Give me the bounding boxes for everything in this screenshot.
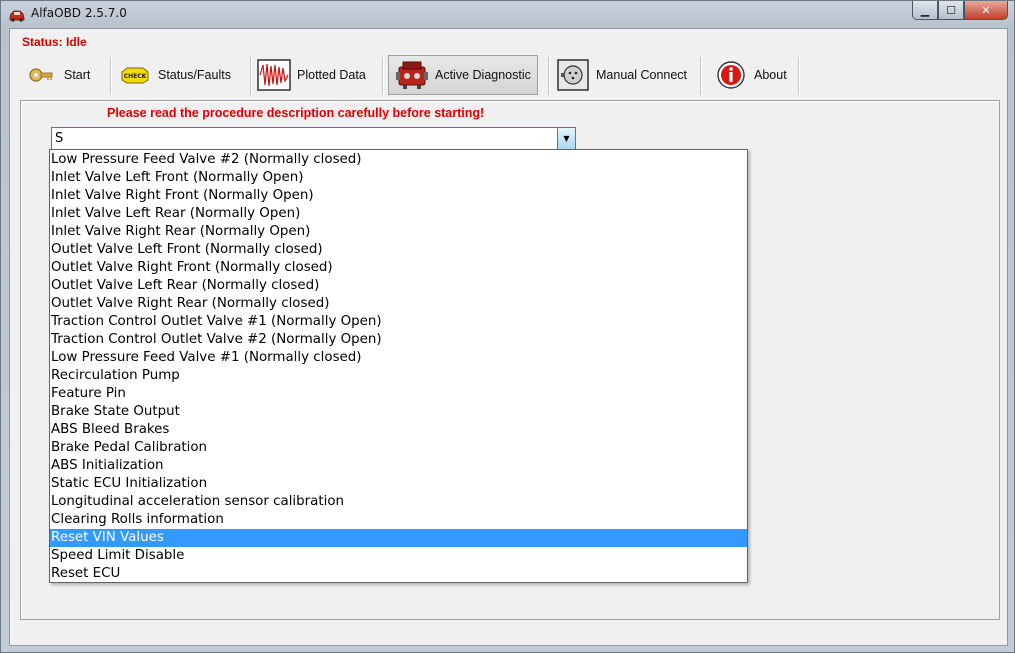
dropdown-item[interactable]: ABS Initialization (50, 457, 747, 475)
about-button[interactable]: About (714, 55, 787, 95)
procedure-warning: Please read the procedure description ca… (107, 106, 485, 120)
dropdown-item[interactable]: Static ECU Initialization (50, 475, 747, 493)
car-app-icon (9, 7, 25, 22)
dropdown-item[interactable]: Traction Control Outlet Valve #2 (Normal… (50, 331, 747, 349)
dropdown-item[interactable]: Inlet Valve Left Rear (Normally Open) (50, 205, 747, 223)
dropdown-item[interactable]: ABS Bleed Brakes (50, 421, 747, 439)
dropdown-item[interactable]: Reset VIN Values (50, 529, 747, 547)
status-label: Status: Idle (22, 35, 87, 49)
toolbar-separator (700, 57, 702, 95)
toolbar-separator (250, 57, 252, 95)
waveform-icon (257, 58, 291, 92)
start-label: Start (64, 68, 91, 82)
engine-icon (395, 58, 429, 92)
dropdown-item[interactable]: Outlet Valve Left Front (Normally closed… (50, 241, 747, 259)
dropdown-item[interactable]: Outlet Valve Left Rear (Normally closed) (50, 277, 747, 295)
dropdown-item[interactable]: Inlet Valve Right Rear (Normally Open) (50, 223, 747, 241)
active-diagnostic-label: Active Diagnostic (435, 68, 531, 82)
dropdown-item[interactable]: Longitudinal acceleration sensor calibra… (50, 493, 747, 511)
dropdown-item[interactable]: Feature Pin (50, 385, 747, 403)
dropdown-item[interactable]: Recirculation Pump (50, 367, 747, 385)
manual-connect-button[interactable]: Manual Connect (556, 55, 687, 95)
dropdown-items: Low Pressure Feed Valve #2 (Normally clo… (50, 151, 747, 583)
chevron-down-icon[interactable]: ▼ (557, 128, 575, 149)
window-title: AlfaOBD 2.5.7.0 (31, 6, 127, 20)
dropdown-item[interactable]: Speed Limit Disable (50, 547, 747, 565)
dropdown-item[interactable]: Brake State Output (50, 403, 747, 421)
info-icon (714, 58, 748, 92)
maximize-button[interactable]: ☐ (938, 1, 964, 20)
toolbar-separator (548, 57, 550, 95)
dropdown-item[interactable]: Outlet Valve Right Rear (Normally closed… (50, 295, 747, 313)
dropdown-item[interactable]: Inlet Valve Left Front (Normally Open) (50, 169, 747, 187)
minimize-button[interactable]: ▁ (912, 1, 938, 20)
status-faults-label: Status/Faults (158, 68, 231, 82)
manual-connect-label: Manual Connect (596, 68, 688, 82)
toolbar: Start CHECK Status/Faults Plotted Data A… (10, 53, 1000, 97)
connector-icon (556, 58, 590, 92)
dropdown-item[interactable]: Outlet Valve Right Front (Normally close… (50, 259, 747, 277)
dropdown-item[interactable]: Inlet Valve Right Front (Normally Open) (50, 187, 747, 205)
toolbar-separator (110, 57, 112, 95)
dropdown-item[interactable]: Clearing Rolls information (50, 511, 747, 529)
active-diagnostic-button[interactable]: Active Diagnostic (388, 55, 538, 95)
procedure-dropdown-list[interactable]: Low Pressure Feed Valve #2 (Normally clo… (49, 149, 748, 583)
start-button[interactable]: Start (24, 55, 90, 95)
title-bar[interactable]: AlfaOBD 2.5.7.0 ▁ ☐ ✕ (1, 1, 1014, 27)
close-button[interactable]: ✕ (964, 1, 1008, 20)
dropdown-item[interactable]: Brake Pedal Calibration (50, 439, 747, 457)
status-faults-button[interactable]: CHECK Status/Faults (118, 55, 231, 95)
plotted-data-label: Plotted Data (297, 68, 366, 82)
toolbar-separator (798, 57, 800, 95)
key-icon (24, 58, 58, 92)
plotted-data-button[interactable]: Plotted Data (257, 55, 366, 95)
procedure-combo-input[interactable] (55, 128, 550, 149)
procedure-combobox[interactable]: ▼ (51, 127, 576, 150)
toolbar-separator (382, 57, 384, 95)
caption-buttons: ▁ ☐ ✕ (912, 1, 1008, 21)
dropdown-item[interactable]: Reset ECU (50, 565, 747, 583)
dropdown-item[interactable]: Traction Control Outlet Valve #1 (Normal… (50, 313, 747, 331)
dropdown-item[interactable]: Low Pressure Feed Valve #1 (Normally clo… (50, 349, 747, 367)
dropdown-item[interactable]: Low Pressure Feed Valve #2 (Normally clo… (50, 151, 747, 169)
about-label: About (754, 68, 787, 82)
check-badge-text: CHECK (124, 73, 147, 80)
check-engine-icon: CHECK (118, 58, 152, 92)
